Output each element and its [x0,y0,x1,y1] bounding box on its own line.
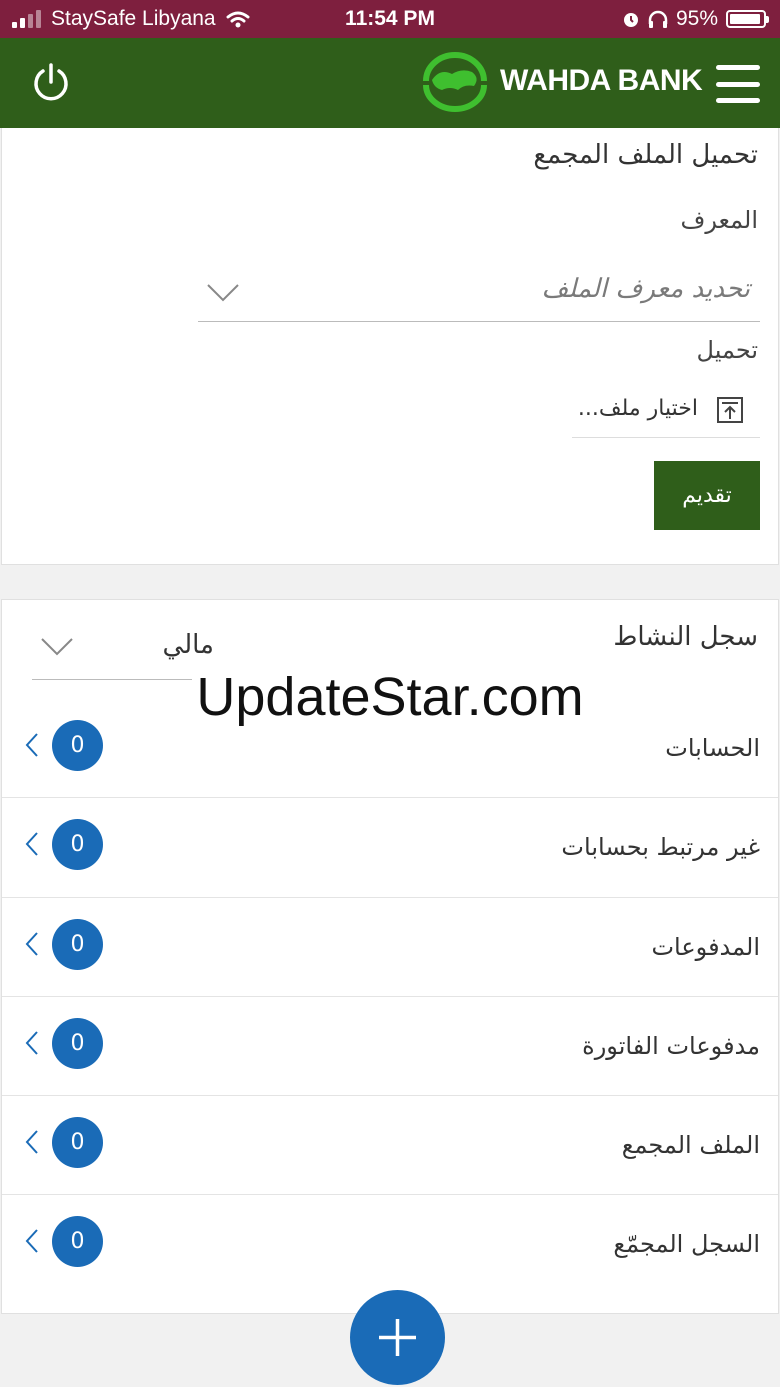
count-badge: 0 [52,1117,103,1169]
activity-card: سجل النشاط مالي الحسابات 0 غير مرتبط بحس… [1,599,779,1314]
count-badge: 0 [52,1216,103,1268]
battery-icon [726,10,769,28]
app-header: WAHDA BANK [0,38,780,128]
plus-icon [379,1319,416,1356]
chevron-left-icon [25,733,38,757]
row-label: الملف المجمع [621,1131,760,1160]
activity-title: سجل النشاط [613,622,758,652]
file-id-placeholder: تحديد معرف الملف [541,274,750,304]
logo-icon [423,52,487,112]
chevron-down-icon [41,638,73,656]
count-badge: 0 [52,819,103,871]
status-bar: StaySafe Libyana 11:54 PM 95% [0,0,780,38]
period-value: مالي [162,630,214,660]
upload-title: تحميل الملف المجمع [533,140,758,170]
submit-button[interactable]: تقديم [654,461,760,530]
activity-row-bulk-log[interactable]: السجل المجمّع 0 [2,1195,778,1294]
activity-row-payments[interactable]: المدفوعات 0 [2,898,778,997]
activity-row-bill-payments[interactable]: مدفوعات الفاتورة 0 [2,997,778,1097]
power-button[interactable] [30,62,72,104]
row-label: الحسابات [665,734,760,762]
file-id-select[interactable]: تحديد معرف الملف [198,266,760,322]
activity-row-unlinked[interactable]: غير مرتبط بحسابات 0 [2,798,778,898]
alarm-icon [623,13,638,27]
activity-list: الحسابات 0 غير مرتبط بحسابات 0 المدفوعات… [2,699,778,1295]
chevron-left-icon [25,1229,38,1254]
upload-label: تحميل [696,336,758,364]
add-button[interactable] [350,1290,445,1385]
battery-percent: 95% [675,7,718,30]
id-label: المعرف [680,206,758,234]
activity-row-bulk-file[interactable]: الملف المجمع 0 [2,1096,778,1196]
signal-icon [12,10,41,28]
upload-icon [717,397,743,423]
brand-name: WAHDA BANK [500,64,703,97]
row-label: غير مرتبط بحسابات [561,833,760,862]
activity-row-accounts[interactable]: الحسابات 0 [2,699,778,799]
wifi-icon [226,11,250,28]
chevron-left-icon [25,1031,38,1055]
chevron-left-icon [25,832,38,856]
chevron-left-icon [25,931,38,956]
menu-icon [716,65,760,70]
carrier-name: StaySafe Libyana [51,7,216,30]
choose-file-label: اختيار ملف... [577,396,698,421]
chevron-down-icon [207,284,239,302]
row-label: السجل المجمّع [613,1230,760,1259]
headphones-icon [648,10,668,28]
period-select[interactable]: مالي [32,626,214,680]
chevron-left-icon [25,1130,38,1154]
count-badge: 0 [52,1017,103,1069]
choose-file-button[interactable]: اختيار ملف... [572,384,760,438]
upload-card: تحميل الملف المجمع المعرف تحديد معرف الم… [1,128,779,565]
row-label: المدفوعات [651,932,760,961]
count-badge: 0 [52,720,103,771]
power-icon [34,63,68,101]
count-badge: 0 [52,918,103,970]
row-label: مدفوعات الفاتورة [582,1031,760,1060]
menu-button[interactable] [716,65,760,103]
bank-logo: WAHDA BANK [414,50,703,112]
